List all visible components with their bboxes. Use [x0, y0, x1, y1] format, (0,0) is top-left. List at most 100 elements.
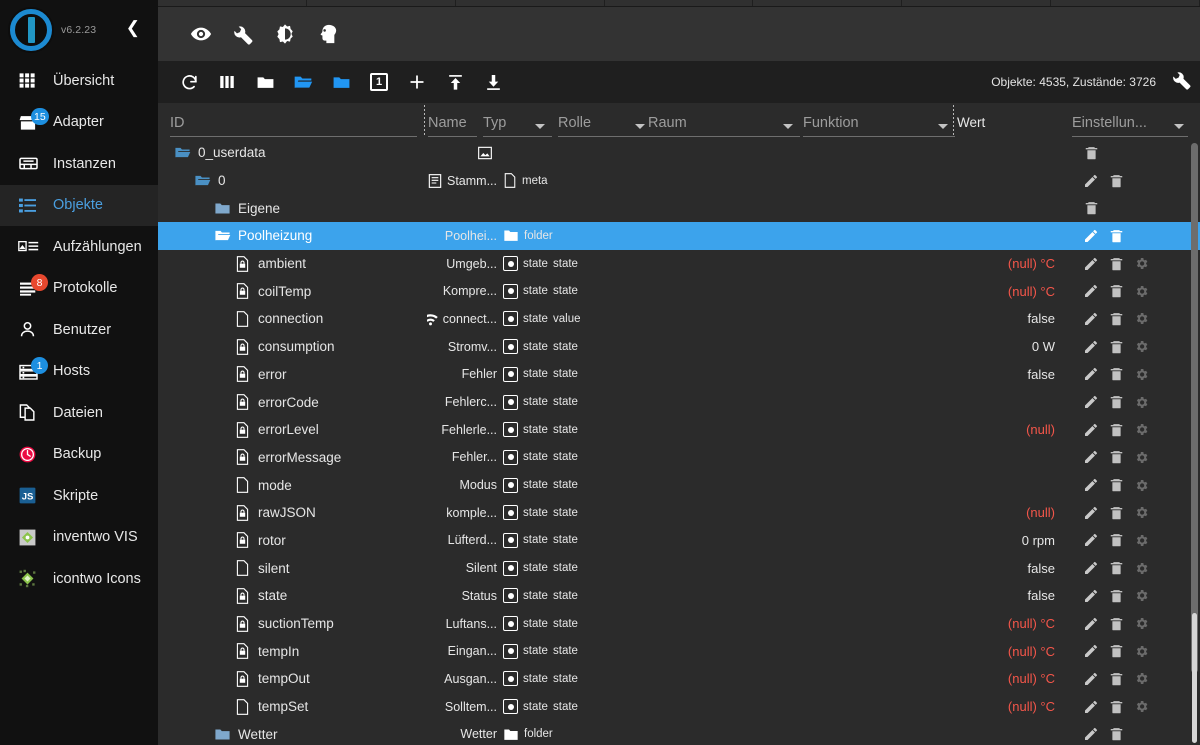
folder-open-icon[interactable] [284, 63, 322, 101]
row-id-cell[interactable]: tempSet [158, 698, 308, 715]
gear-icon[interactable] [1132, 698, 1150, 716]
delete-icon[interactable] [1107, 642, 1125, 660]
gear-icon[interactable] [1132, 282, 1150, 300]
row-id-cell[interactable]: suctionTemp [158, 615, 334, 632]
refresh-icon[interactable] [170, 63, 208, 101]
delete-icon[interactable] [1107, 670, 1125, 688]
delete-icon[interactable] [1107, 365, 1125, 383]
row-id-cell[interactable]: Eigene [158, 200, 280, 217]
gear-icon[interactable] [1132, 476, 1150, 494]
delete-icon[interactable] [1082, 199, 1100, 217]
row-id-cell[interactable]: tempIn [158, 643, 299, 660]
delete-icon[interactable] [1107, 587, 1125, 605]
gear-icon[interactable] [1132, 559, 1150, 577]
delete-icon[interactable] [1107, 172, 1125, 190]
folder-filled-icon[interactable] [322, 63, 360, 101]
delete-icon[interactable] [1107, 476, 1125, 494]
tab-slot[interactable] [753, 0, 903, 6]
table-row[interactable]: Poolheizung Poolhei... folder [158, 222, 1200, 250]
edit-icon[interactable] [1082, 587, 1100, 605]
sidebar-item-skripte[interactable]: JS Skripte [0, 475, 158, 517]
delete-icon[interactable] [1107, 504, 1125, 522]
edit-icon[interactable] [1082, 365, 1100, 383]
gear-icon[interactable] [1132, 642, 1150, 660]
table-row[interactable]: tempOut Ausgan... state state (null) °C [158, 665, 1200, 693]
filter-wert[interactable]: Wert [957, 106, 1072, 139]
row-id-cell[interactable]: connection [158, 311, 323, 327]
edit-icon[interactable] [1082, 255, 1100, 273]
tab-slot[interactable] [456, 0, 605, 6]
filter-rolle[interactable]: Rolle [558, 106, 655, 139]
edit-icon[interactable] [1082, 698, 1100, 716]
row-id-cell[interactable]: silent [158, 560, 290, 576]
delete-icon[interactable] [1107, 338, 1125, 356]
filter-raum[interactable]: Raum [648, 106, 803, 139]
download-icon[interactable] [474, 63, 512, 101]
row-id-cell[interactable]: errorCode [158, 394, 319, 410]
filter-einstellungen[interactable]: Einstellun... [1072, 106, 1192, 139]
delete-icon[interactable] [1107, 725, 1125, 743]
delete-icon[interactable] [1107, 393, 1125, 411]
edit-icon[interactable] [1082, 504, 1100, 522]
table-row[interactable]: coilTemp Kompre... state state (null) °C [158, 277, 1200, 305]
edit-icon[interactable] [1082, 476, 1100, 494]
edit-icon[interactable] [1082, 448, 1100, 466]
column-divider[interactable] [953, 105, 954, 137]
row-id-cell[interactable]: errorLevel [158, 421, 319, 438]
edit-icon[interactable] [1082, 531, 1100, 549]
tab-slot[interactable] [307, 0, 456, 6]
table-row[interactable]: rawJSON komple... state state (null) [158, 499, 1200, 527]
row-id-cell[interactable]: error [158, 366, 287, 383]
row-id-cell[interactable]: mode [158, 477, 292, 493]
delete-icon[interactable] [1107, 421, 1125, 439]
sidebar-item-dateien[interactable]: Dateien [0, 392, 158, 434]
filter-name[interactable]: Name [428, 106, 480, 139]
gear-icon[interactable] [1132, 504, 1150, 522]
delete-icon[interactable] [1107, 448, 1125, 466]
gear-icon[interactable] [1132, 310, 1150, 328]
delete-icon[interactable] [1107, 615, 1125, 633]
row-id-cell[interactable]: consumption [158, 338, 335, 355]
table-row[interactable]: consumption Stromv... state state 0 W [158, 333, 1200, 361]
gear-icon[interactable] [1132, 615, 1150, 633]
plus-icon[interactable] [398, 63, 436, 101]
edit-icon[interactable] [1082, 310, 1100, 328]
columns-icon[interactable] [208, 63, 246, 101]
table-row[interactable]: suctionTemp Luftans... state state (null… [158, 610, 1200, 638]
column-divider[interactable] [424, 105, 425, 137]
table-row[interactable]: connection connect... state value false [158, 305, 1200, 333]
table-row[interactable]: rotor Lüfterd... state state 0 rpm [158, 527, 1200, 555]
gear-icon[interactable] [1132, 338, 1150, 356]
table-row[interactable]: mode Modus state state [158, 471, 1200, 499]
row-id-cell[interactable]: errorMessage [158, 449, 341, 466]
edit-icon[interactable] [1082, 670, 1100, 688]
tab-slot[interactable] [902, 0, 1052, 6]
row-id-cell[interactable]: rotor [158, 532, 286, 549]
brightness-icon[interactable] [264, 13, 306, 55]
sidebar-item-instanzen[interactable]: Instanzen [0, 143, 158, 185]
table-row[interactable]: 0_userdata [158, 139, 1200, 167]
folder-closed-icon[interactable] [246, 63, 284, 101]
gear-icon[interactable] [1132, 255, 1150, 273]
edit-icon[interactable] [1082, 393, 1100, 411]
row-id-cell[interactable]: coilTemp [158, 283, 311, 300]
scrollbar-thumb[interactable] [1191, 143, 1198, 673]
sidebar-item-backup[interactable]: Backup [0, 434, 158, 476]
delete-icon[interactable] [1107, 559, 1125, 577]
row-id-cell[interactable]: 0_userdata [158, 144, 266, 161]
tab-slot[interactable] [158, 0, 307, 6]
gear-icon[interactable] [1132, 421, 1150, 439]
delete-icon[interactable] [1107, 227, 1125, 245]
gear-icon[interactable] [1132, 531, 1150, 549]
table-row[interactable]: silent Silent state state false [158, 554, 1200, 582]
sidebar-item-adapter[interactable]: 15 Adapter [0, 102, 158, 144]
table-row[interactable]: errorLevel Fehlerle... state state (null… [158, 416, 1200, 444]
vertical-scrollbar[interactable] [1191, 143, 1198, 743]
sidebar-item-aufz-hlungen[interactable]: Aufzählungen [0, 226, 158, 268]
sidebar-item-protokolle[interactable]: 8 Protokolle [0, 268, 158, 310]
table-row[interactable]: Wetter Wetter folder [158, 720, 1200, 745]
row-id-cell[interactable]: 0 [158, 172, 226, 189]
delete-icon[interactable] [1107, 531, 1125, 549]
sidebar-item-icontwo-icons[interactable]: icontwo Icons [0, 558, 158, 600]
edit-icon[interactable] [1082, 338, 1100, 356]
